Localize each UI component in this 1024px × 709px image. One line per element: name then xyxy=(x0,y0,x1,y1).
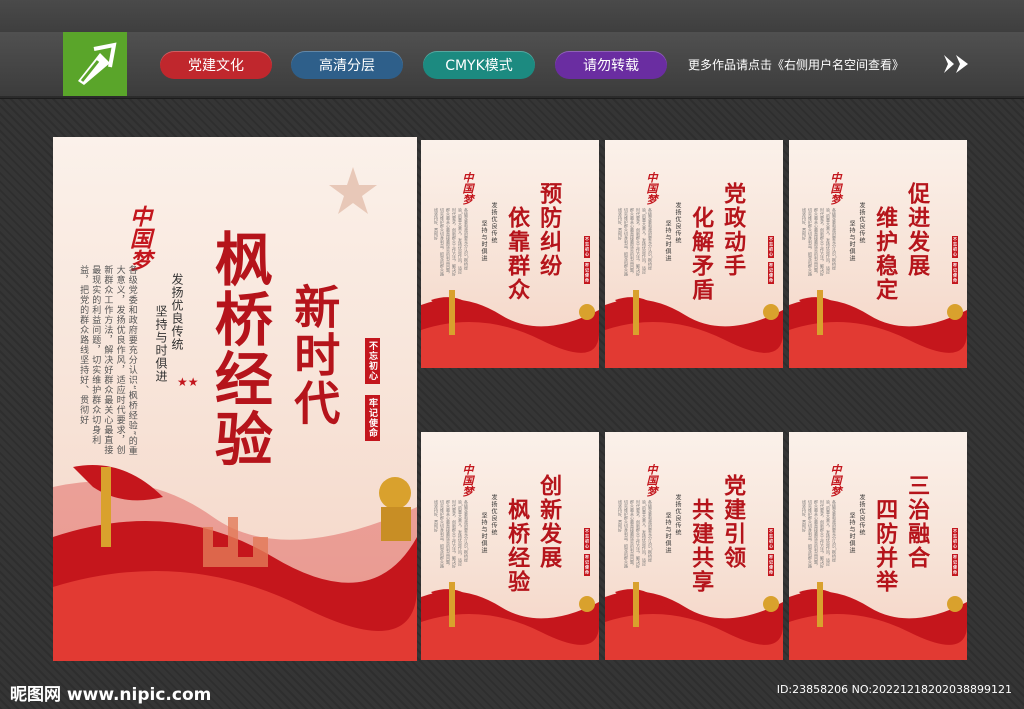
poster-small-title-2: 四防并举 xyxy=(872,498,899,594)
seal-2: 牢记使命 xyxy=(952,554,958,576)
poster-small-title-1: 创新发展 xyxy=(536,474,563,570)
seal-2: 牢记使命 xyxy=(768,262,774,284)
seal-1: 不忘初心 xyxy=(768,528,774,550)
seal-1: 不忘初心 xyxy=(952,528,958,550)
seal-1: 不忘初心 xyxy=(584,528,590,550)
poster-main-subtitle: 新时代 xyxy=(287,283,342,427)
site-logo[interactable] xyxy=(63,32,127,96)
poster-small-title-1: 促进发展 xyxy=(904,182,931,278)
poster-small-title-2: 依靠群众 xyxy=(504,206,531,302)
watermark-left: 昵图网 www.nipic.com xyxy=(10,685,212,705)
slogan-1: 发扬优良传统 xyxy=(490,202,497,244)
slogan-1: 发扬优良传统 xyxy=(858,494,865,536)
poster-small: 中国梦 促进发展 维护稳定 发扬优良传统 坚持与时俱进 不忘初心 牢记使命 各级… xyxy=(789,140,967,368)
seal-1: 不忘初心 xyxy=(952,236,958,258)
slogan-2: 坚持与时俱进 xyxy=(664,512,671,554)
poster-small-title-1: 党政动手 xyxy=(720,182,747,278)
poster-small: 中国梦 创新发展 枫桥经验 发扬优良传统 坚持与时俱进 不忘初心 牢记使命 各级… xyxy=(421,432,599,660)
poster-main-paragraph: 各级党委和政府要充分认识“枫桥经验”的重大意义，发扬优良作风，适应时代要求，创新… xyxy=(78,265,137,457)
star-icon: ★★ xyxy=(177,375,199,389)
poster-main-title: 枫桥经验 xyxy=(204,229,273,469)
watermark-right: ID:23858206 NO:20221218202038899121 xyxy=(776,683,1012,696)
brand-mark: 中国梦 xyxy=(461,172,474,205)
seal-1: 不忘初心 xyxy=(768,236,774,258)
poster-small-title-2: 化解矛盾 xyxy=(688,206,715,302)
poster-small-paragraph: 各级党委和政府要充分认识“枫桥经验”的重大意义，发扬优良作风，适应时代要求，创新… xyxy=(802,500,837,568)
tag-hd-layers[interactable]: 高清分层 xyxy=(291,51,403,79)
slogan-2: 坚持与时俱进 xyxy=(664,220,671,262)
top-bar: 党建文化 高清分层 CMYK模式 请勿转载 更多作品请点击《右侧用户名空间查看》 xyxy=(0,0,1024,99)
poster-small: 中国梦 预防纠纷 依靠群众 发扬优良传统 坚持与时俱进 不忘初心 牢记使命 各级… xyxy=(421,140,599,368)
brand-mark: 中国梦 xyxy=(829,464,842,497)
seal-2: 牢记使命 xyxy=(768,554,774,576)
brand-mark: 中国梦 xyxy=(126,205,152,271)
tag-party-culture[interactable]: 党建文化 xyxy=(160,51,272,79)
poster-small-title-2: 维护稳定 xyxy=(872,206,899,302)
double-arrow-icon[interactable] xyxy=(942,53,972,75)
poster-small: 中国梦 党政动手 化解矛盾 发扬优良传统 坚持与时俱进 不忘初心 牢记使命 各级… xyxy=(605,140,783,368)
poster-small-paragraph: 各级党委和政府要充分认识“枫桥经验”的重大意义，发扬优良作风，适应时代要求，创新… xyxy=(802,208,837,276)
seal-1: 不忘初心 xyxy=(584,236,590,258)
brand-mark: 中国梦 xyxy=(645,172,658,205)
more-works-link[interactable]: 更多作品请点击《右侧用户名空间查看》 xyxy=(688,56,904,73)
tag-cmyk[interactable]: CMYK模式 xyxy=(423,51,535,79)
poster-main: 中国梦 枫桥经验 新时代 发扬优良传统 坚持与时俱进 ★★ 不忘初心 牢记使命 … xyxy=(53,137,417,661)
slogan-2: 坚持与时俱进 xyxy=(848,512,855,554)
slogan-1: 发扬优良传统 xyxy=(674,494,681,536)
poster-small-title-1: 三治融合 xyxy=(904,474,931,570)
pen-nib-icon xyxy=(78,42,117,85)
brand-mark: 中国梦 xyxy=(645,464,658,497)
seal-2: 牢记使命 xyxy=(584,262,590,284)
seal-2: 牢记使命 xyxy=(952,262,958,284)
seal-1: 不忘初心 xyxy=(365,338,380,384)
tag-no-repost[interactable]: 请勿转载 xyxy=(555,51,667,79)
seal-2: 牢记使命 xyxy=(365,395,380,441)
slogan-2: 坚持与时俱进 xyxy=(480,220,487,262)
slogan-2: 坚持与时俱进 xyxy=(848,220,855,262)
poster-small-title-2: 枫桥经验 xyxy=(504,498,531,594)
poster-small-paragraph: 各级党委和政府要充分认识“枫桥经验”的重大意义，发扬优良作风，适应时代要求，创新… xyxy=(618,208,653,276)
slogan-1: 发扬优良传统 xyxy=(674,202,681,244)
slogan-1: 发扬优良传统 xyxy=(858,202,865,244)
poster-small-title-2: 共建共享 xyxy=(688,498,715,594)
poster-small-title-1: 预防纠纷 xyxy=(536,182,563,278)
poster-small-paragraph: 各级党委和政府要充分认识“枫桥经验”的重大意义，发扬优良作风，适应时代要求，创新… xyxy=(434,208,469,276)
poster-small-paragraph: 各级党委和政府要充分认识“枫桥经验”的重大意义，发扬优良作风，适应时代要求，创新… xyxy=(618,500,653,568)
slogan-2: 坚持与时俱进 xyxy=(480,512,487,554)
seal-2: 牢记使命 xyxy=(584,554,590,576)
brand-mark: 中国梦 xyxy=(829,172,842,205)
slogan-1: 发扬优良传统 xyxy=(170,273,184,351)
poster-small: 中国梦 党建引领 共建共享 发扬优良传统 坚持与时俱进 不忘初心 牢记使命 各级… xyxy=(605,432,783,660)
poster-small-title-1: 党建引领 xyxy=(720,474,747,570)
slogan-2: 坚持与时俱进 xyxy=(154,305,168,383)
brand-mark: 中国梦 xyxy=(461,464,474,497)
slogan-1: 发扬优良传统 xyxy=(490,494,497,536)
poster-small-paragraph: 各级党委和政府要充分认识“枫桥经验”的重大意义，发扬优良作风，适应时代要求，创新… xyxy=(434,500,469,568)
poster-small: 中国梦 三治融合 四防并举 发扬优良传统 坚持与时俱进 不忘初心 牢记使命 各级… xyxy=(789,432,967,660)
